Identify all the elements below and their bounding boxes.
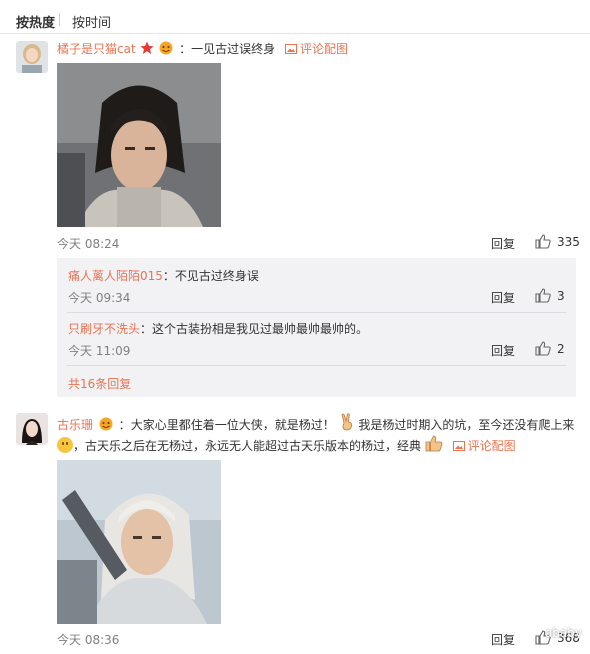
pic-link-label: 评论配图 [300,42,349,56]
comment-pic-link[interactable]: 评论配图 [452,439,516,453]
reply-button[interactable]: 回复 [491,235,515,252]
image-icon [285,44,298,54]
sort-bar: 按热度 按时间 [0,0,590,40]
vip-badge-icon [97,417,115,434]
pic-link-label: 评论配图 [467,439,516,453]
vip-badge-icon [157,41,175,58]
watermark: ababy [544,626,582,640]
avatar[interactable] [16,41,48,73]
like-count: 2 [557,342,565,356]
comment-time: 今天 08:24 [57,237,120,251]
comment-photo[interactable] [57,460,221,624]
reply-text: 这个古装扮相是我见过最帅最帅最帅的。 [152,322,369,336]
thumbs-up-icon [535,341,551,356]
username[interactable]: 古乐珊 [57,418,93,432]
thumbs-up-icon [535,234,551,249]
reply-button[interactable]: 回复 [491,631,515,648]
smile-emoji-icon [57,437,73,453]
thumbs-up-icon [535,288,551,303]
reply-line: 痛人蓠人陌陌015：不见古过终身误 [68,267,259,284]
reply-divider [67,312,566,313]
victory-hand-emoji-icon [339,413,355,434]
more-replies-link[interactable]: 共16条回复 [68,375,131,392]
colon: ： [118,418,131,432]
like-button[interactable]: 335 [535,234,580,249]
like-button[interactable]: 3 [535,288,565,303]
image-icon [452,441,465,451]
star-badge-icon [140,41,154,58]
reply-list: 痛人蓠人陌陌015：不见古过终身误 今天 09:34 回复 3 只刷牙不洗头：这… [57,258,576,397]
reply-button[interactable]: 回复 [491,289,515,306]
comment-line: 古乐珊 ：大家心里都住着一位大侠，就是杨过！ 我是杨过时期入的坑，至今还没有爬上… [57,413,574,434]
reply-username[interactable]: 只刷牙不洗头 [68,322,140,336]
reply-line: 只刷牙不洗头：这个古装扮相是我见过最帅最帅最帅的。 [68,320,368,337]
reply-username[interactable]: 痛人蓠人陌陌015 [68,269,163,283]
reply-divider [67,365,566,366]
divider [0,33,590,34]
reply-text: 不见古过终身误 [174,269,259,283]
comment-text: 大家心里都住着一位大侠，就是杨过！ [130,418,335,432]
comment-line-2: ，古天乐之后在无杨过，永远无人能超过古天乐版本的杨过，经典 评论配图 [57,435,516,455]
thumbs-up-emoji-icon [425,435,443,455]
like-count: 3 [557,289,565,303]
username[interactable]: 橘子是只猫cat [57,42,136,56]
colon: ： [140,322,153,336]
comment-time: 今天 08:36 [57,633,120,647]
reply-time: 今天 09:34 [68,291,131,305]
comment-pic-link[interactable]: 评论配图 [285,42,348,56]
reply-button[interactable]: 回复 [491,342,515,359]
comment-photo[interactable] [57,63,221,227]
reply-time: 今天 11:09 [68,344,131,358]
sort-separator [59,13,60,26]
colon: ： [162,269,175,283]
like-button[interactable]: 2 [535,341,565,356]
avatar[interactable] [16,413,48,445]
comment-line: 橘子是只猫cat ：一见古过误终身 评论配图 [57,40,348,58]
like-count: 335 [557,235,580,249]
sort-by-time[interactable]: 按时间 [72,12,111,31]
comment-text-cont: 我是杨过时期入的坑，至今还没有爬上来 [358,418,575,432]
comment-text-2: ，古天乐之后在无杨过，永远无人能超过古天乐版本的杨过，经典 [73,439,422,453]
comment-text: 一见古过误终身 [191,42,276,56]
sort-by-hot[interactable]: 按热度 [16,12,55,31]
colon: ： [179,42,192,56]
